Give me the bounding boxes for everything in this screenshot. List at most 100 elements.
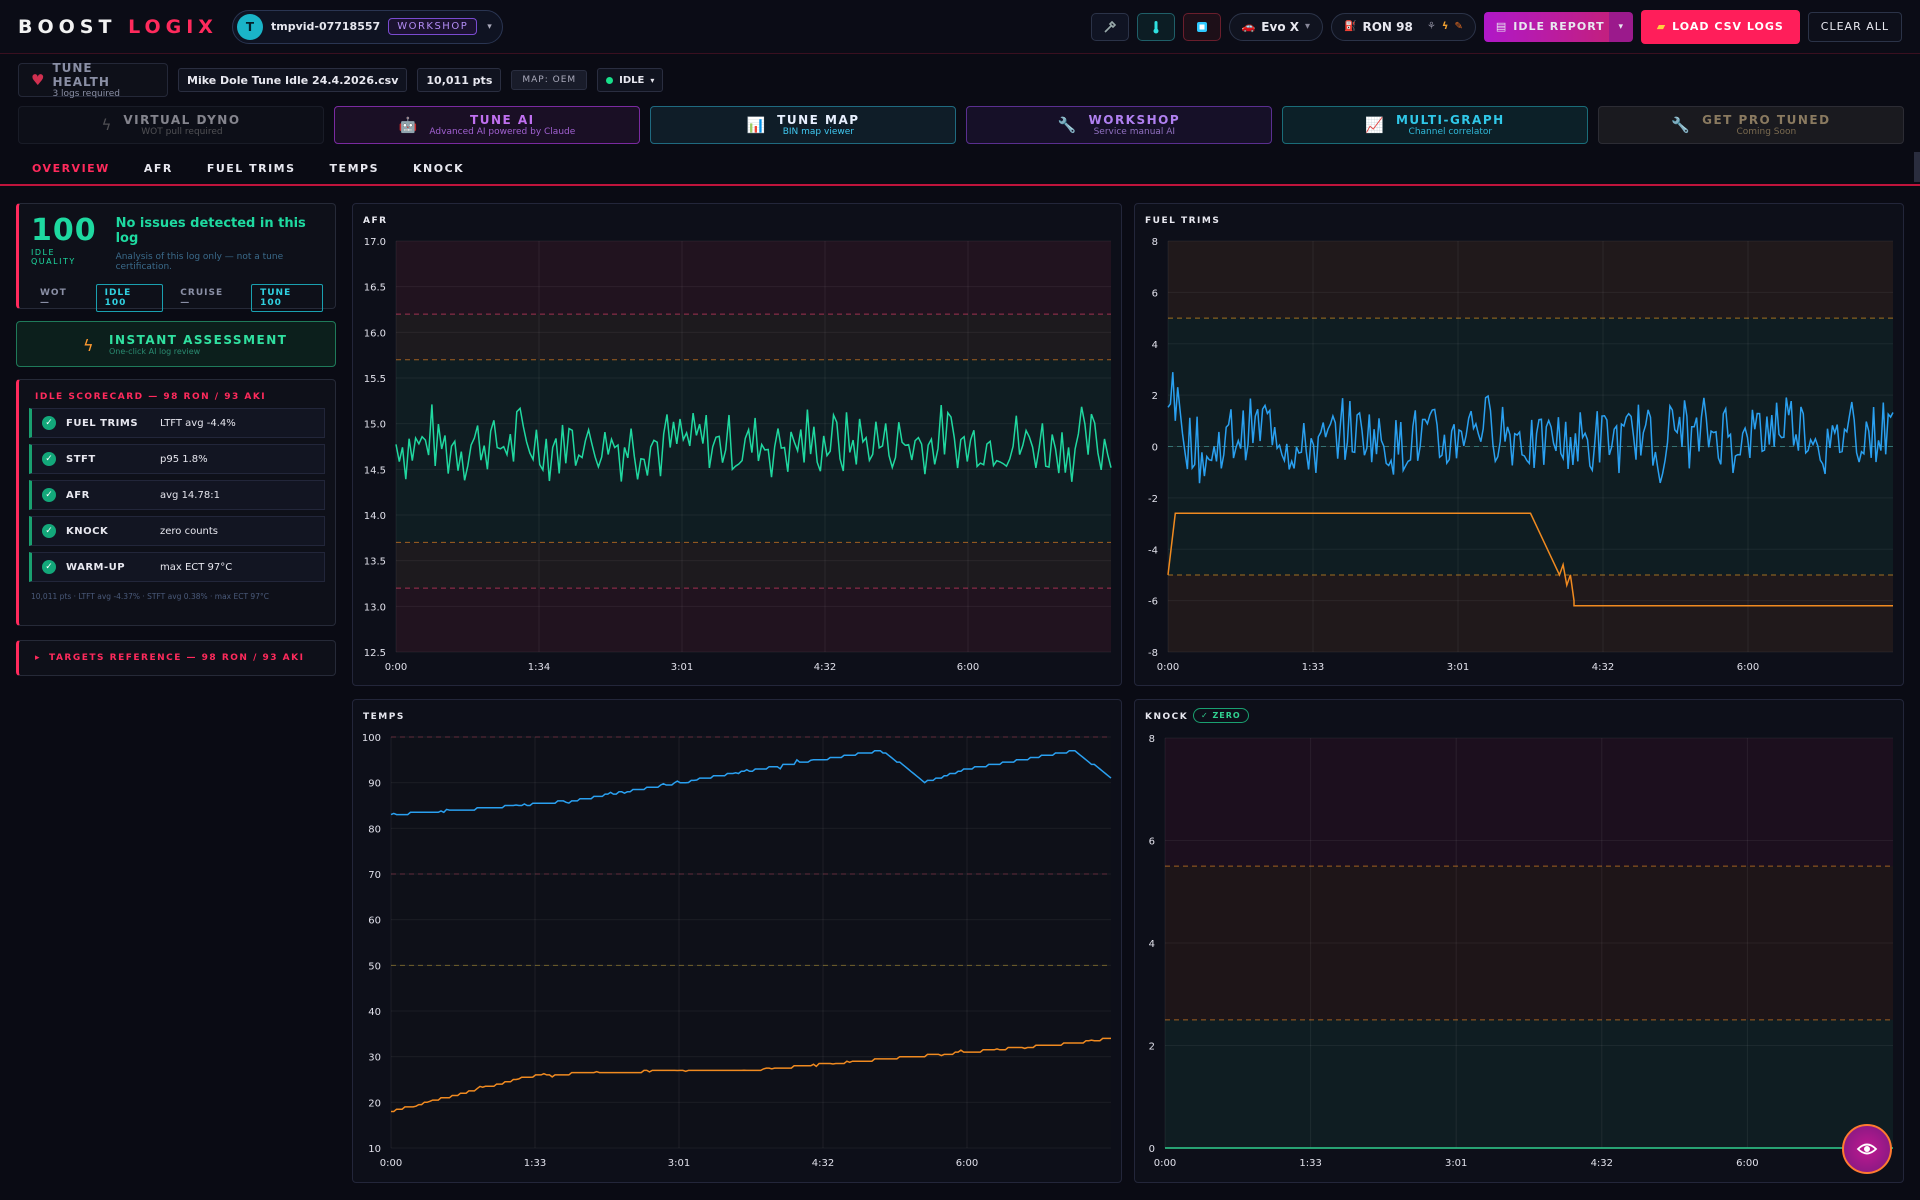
tool-virtual-dyno[interactable]: ϟ VIRTUAL DYNO WOT pull required [18,106,324,144]
y-tick-label: -6 [1148,597,1158,608]
chevron-right-icon: ▸ [35,653,42,663]
afr-chart[interactable]: 17.0 16.5 16.0 15.5 15.0 14.5 14.0 13.5 13.0 12.5… [353,204,1123,687]
wrench-icon-button[interactable] [1090,12,1129,41]
band-lean-warn [396,314,1111,360]
x-tick-label: 6:00 [1736,1158,1758,1169]
band-high [1168,241,1893,319]
check-icon: ✓ [42,524,56,538]
quality-score: 100 [31,213,97,248]
vehicle-selector[interactable]: 🚗 Evo X ▾ [1228,12,1324,41]
y-tick-label: 70 [368,870,381,881]
scorecard-row-name: STFT [66,453,96,465]
instant-assessment-button[interactable]: ϟ INSTANT ASSESSMENT One-click AI log re… [16,321,336,367]
y-tick-label: -2 [1148,494,1158,505]
x-tick-label: 3:01 [1445,1158,1467,1169]
record-icon-button[interactable] [1182,12,1221,41]
tool-workshop[interactable]: 🔧 WORKSHOP Service manual AI [966,106,1272,144]
chart-title: TEMPS [363,712,405,722]
chip-wot[interactable]: WOT — [31,284,88,312]
tool-get-pro-tuned[interactable]: 🔧 GET PRO TUNED Coming Soon [1598,106,1904,144]
scorecard-row-value: max ECT 97°C [160,561,233,573]
check-icon: ✓ [42,488,56,502]
fuel-trims-chart-panel: FUEL TRIMS 8 6 4 2 0 -2 -4 -6 -8 0:00 1:33 3:01 4:32… [1134,203,1904,686]
y-tick-label: 12.5 [364,648,386,659]
x-tick-label: 6:00 [956,1158,978,1169]
chip-tune[interactable]: TUNE 100 [251,284,323,312]
quality-note: Analysis of this log only — not a tune c… [115,252,284,272]
scorecard-row-value: avg 14.78:1 [160,489,220,501]
idle-report-dropdown[interactable]: ▾ [1608,11,1633,42]
targets-reference-toggle[interactable]: ▸ TARGETS REFERENCE — 98 RON / 93 AKI [16,640,336,676]
scorecard-row-name: FUEL TRIMS [66,417,139,429]
fuel-selector[interactable]: ⛽ RON 98 ⚘ ϟ ✎ [1331,12,1476,41]
tool-sub: Service manual AI [1093,127,1176,137]
y-tick-label: 4 [1149,939,1155,950]
temps-chart[interactable]: 100 90 80 70 60 50 40 30 20 10 0:00 1:33 3:01 4:32 6:0… [353,700,1123,1184]
idle-scorecard: IDLE SCORECARD — 98 RON / 93 AKI ✓ FUEL … [16,379,336,626]
mode-selector[interactable]: IDLE ▾ [597,68,664,92]
chart-title: AFR [363,216,388,226]
chip-cruise[interactable]: CRUISE — [171,284,243,312]
band-low [1165,1019,1893,1148]
flame-icon[interactable]: ⚘ [1427,21,1436,32]
tab-knock[interactable]: KNOCK [413,162,464,175]
log-file-name[interactable]: Mike Dole Tune Idle 24.4.2026.csv [178,68,408,92]
y-tick-label: 30 [368,1053,381,1064]
tool-tune-ai[interactable]: 🤖 TUNE AI Advanced AI powered by Claude [334,106,640,144]
fuel-trims-chart[interactable]: 8 6 4 2 0 -2 -4 -6 -8 0:00 1:33 3:01 4:32 6:00 [1135,204,1905,687]
x-tick-label: 4:32 [812,1158,834,1169]
instant-title: INSTANT ASSESSMENT [109,332,288,347]
account-switcher[interactable]: T tmpvid-07718557 WORKSHOP ▾ [231,9,503,44]
y-tick-label: 2 [1152,391,1158,402]
y-tick-label: 90 [368,779,381,790]
heart-icon: ♥ [31,71,45,89]
eye-icon-button[interactable] [1842,1124,1892,1174]
tab-overview[interactable]: OVERVIEW [32,162,110,175]
x-tick-label: 4:32 [1592,662,1614,673]
idle-report-button[interactable]: ▤ IDLE REPORT [1483,11,1617,42]
car-icon: 🚗 [1241,20,1256,33]
thermometer-icon-button[interactable] [1136,12,1175,41]
y-tick-label: 2 [1149,1042,1155,1053]
tool-tune-map[interactable]: 📊 TUNE MAP BIN map viewer [650,106,956,144]
knock-chart[interactable]: 8 6 4 2 0 0:00 1:33 3:01 4:32 6:00 [1135,700,1905,1184]
map-badge[interactable]: MAP: OEM [511,70,588,90]
scrollbar[interactable] [1914,152,1920,182]
tool-multi-graph[interactable]: 📈 MULTI-GRAPH Channel correlator [1282,106,1588,144]
scorecard-row: ✓ KNOCK zero counts [29,516,325,546]
tab-afr[interactable]: AFR [144,162,173,175]
y-tick-label: 40 [368,1007,381,1018]
x-tick-label: 0:00 [385,662,407,673]
bolt-icon[interactable]: ϟ [1442,21,1449,32]
load-csv-button[interactable]: ▰ LOAD CSV LOGS [1640,9,1800,44]
status-dot [606,76,614,84]
brand-logo[interactable]: BOOST LOGIX [18,16,218,38]
pencil-icon[interactable]: ✎ [1454,21,1462,32]
zero-badge: ✓ ZERO [1193,708,1249,723]
tool-title: WORKSHOP [1088,113,1181,127]
bolt-icon: ϟ [83,336,94,355]
mode-label: IDLE [619,74,645,86]
tab-temps[interactable]: TEMPS [330,162,379,175]
chart-title: KNOCK [1145,712,1189,722]
tab-fuel-trims[interactable]: FUEL TRIMS [207,162,296,175]
top-bar: BOOST LOGIX T tmpvid-07718557 WORKSHOP ▾… [0,0,1920,54]
y-tick-label: 6 [1149,837,1155,848]
workspace-badge: WORKSHOP [388,18,478,35]
quality-message: No issues detected in this log [115,216,306,246]
band-low [1168,574,1893,652]
clear-all-button[interactable]: CLEAR ALL [1807,11,1902,42]
x-tick-label: 1:33 [1302,662,1324,673]
x-tick-label: 4:32 [1591,1158,1613,1169]
scorecard-row-value: p95 1.8% [160,453,208,465]
x-tick-label: 6:00 [957,662,979,673]
vehicle-label: Evo X [1261,19,1299,34]
tune-health-card[interactable]: ♥ TUNE HEALTH 3 logs required [18,61,168,99]
chip-idle[interactable]: IDLE 100 [95,284,164,312]
folder-icon: ▰ [1656,20,1667,33]
tune-health-sub: 3 logs required [52,89,121,99]
temps-chart-panel: TEMPS 100 90 80 70 60 50 40 30 20 10 0:00 1:33 3:01 4… [352,699,1122,1183]
y-tick-label: 16.0 [364,328,386,339]
chevron-down-icon: ▾ [487,21,492,32]
scorecard-title: IDLE SCORECARD — 98 RON / 93 AKI [35,392,267,402]
